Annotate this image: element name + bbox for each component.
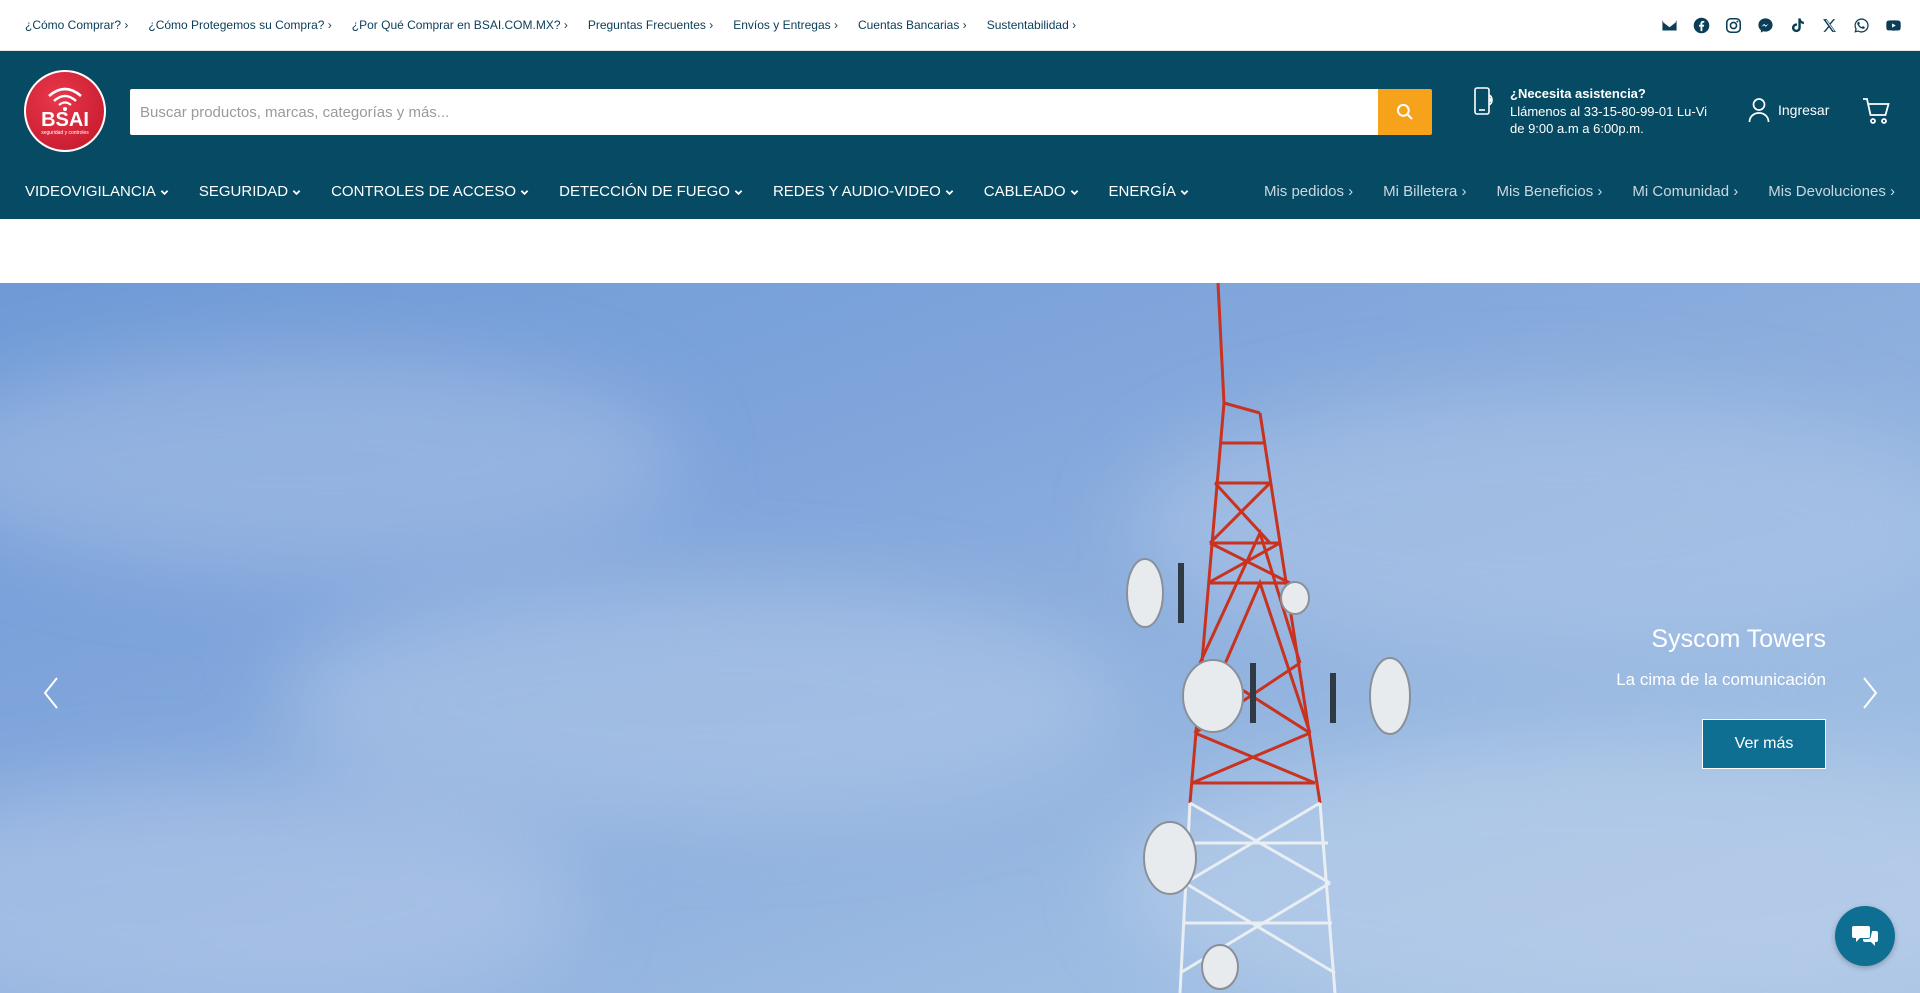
subnav-mi-billetera[interactable]: Mi Billetera ›: [1383, 183, 1466, 200]
top-link-envios[interactable]: Envíos y Entregas ›: [733, 18, 838, 32]
main-nav: VIDEOVIGILANCIA SEGURIDAD CONTROLES DE A…: [25, 176, 1189, 206]
chevron-down-icon: [520, 189, 529, 195]
nav-item-deteccion-fuego[interactable]: DETECCIÓN DE FUEGO: [559, 183, 743, 200]
chevron-down-icon: [1070, 189, 1078, 195]
login-label: Ingresar: [1778, 102, 1830, 118]
svg-text:seguridad y controles: seguridad y controles: [41, 130, 89, 136]
instagram-icon[interactable]: [1724, 16, 1742, 34]
login-link[interactable]: Ingresar: [1748, 97, 1829, 123]
search-icon: [1396, 103, 1413, 120]
search-bar: [130, 89, 1432, 135]
subnav-mis-beneficios[interactable]: Mis Beneficios ›: [1497, 183, 1603, 200]
nav-item-redes-audio-video[interactable]: REDES Y AUDIO-VIDEO: [773, 183, 954, 200]
brand-logo[interactable]: BSAI seguridad y controles: [24, 70, 106, 152]
assistance-title: ¿Necesita asistencia?: [1510, 86, 1646, 101]
nav-item-cableado[interactable]: CABLEADO: [984, 183, 1079, 200]
cart-button[interactable]: [1862, 97, 1892, 130]
chevron-right-icon: [1863, 677, 1878, 709]
top-link-por-que-comprar[interactable]: ¿Por Qué Comprar en BSAI.COM.MX? ›: [352, 18, 568, 32]
top-link-cuentas-bancarias[interactable]: Cuentas Bancarias ›: [858, 18, 967, 32]
chevron-down-icon: [945, 189, 954, 195]
slide-cta-button[interactable]: Ver más: [1702, 719, 1826, 769]
slider-prev-button[interactable]: [37, 673, 67, 713]
assistance-text[interactable]: Llámenos al 33-15-80-99-01 Lu-Vi de 9:00…: [1510, 103, 1720, 137]
slide-subtitle: La cima de la comunicación: [1616, 670, 1826, 689]
whatsapp-icon[interactable]: [1852, 16, 1870, 34]
user-icon: [1748, 98, 1770, 123]
chevron-down-icon: [292, 189, 301, 195]
cart-icon: [1863, 98, 1890, 124]
svg-text:BSAI: BSAI: [41, 109, 89, 131]
messenger-icon[interactable]: [1756, 16, 1774, 34]
phone-icon: [1470, 85, 1498, 124]
x-icon[interactable]: [1820, 16, 1838, 34]
assistance-block: ¿Necesita asistencia? Llámenos al 33-15-…: [1470, 85, 1720, 137]
email-icon[interactable]: [1660, 16, 1678, 34]
chevron-down-icon: [734, 189, 743, 195]
facebook-icon[interactable]: [1692, 16, 1710, 34]
main-header: BSAI seguridad y controles ¿Necesita asi…: [0, 51, 1920, 219]
top-link-como-comprar[interactable]: ¿Cómo Comprar? ›: [25, 18, 128, 32]
social-links: [1660, 0, 1902, 50]
search-input[interactable]: [130, 89, 1378, 135]
nav-item-energia[interactable]: ENERGÍA: [1109, 183, 1190, 200]
nav-item-videovigilancia[interactable]: VIDEOVIGILANCIA: [25, 183, 169, 200]
slide-caption: Syscom Towers La cima de la comunicación: [1616, 623, 1826, 691]
nav-item-seguridad[interactable]: SEGURIDAD: [199, 183, 301, 200]
top-link-preguntas-frecuentes[interactable]: Preguntas Frecuentes ›: [588, 18, 713, 32]
subnav-mi-comunidad[interactable]: Mi Comunidad ›: [1632, 183, 1738, 200]
subnav-mis-pedidos[interactable]: Mis pedidos ›: [1264, 183, 1353, 200]
search-button[interactable]: [1378, 89, 1432, 135]
slide-title: Syscom Towers: [1651, 625, 1826, 653]
subnav-mis-devoluciones[interactable]: Mis Devoluciones ›: [1768, 183, 1895, 200]
hero-slider: Syscom Towers La cima de la comunicación…: [0, 283, 1920, 993]
chat-button[interactable]: [1835, 906, 1895, 966]
top-link-sustentabilidad[interactable]: Sustentabilidad ›: [987, 18, 1076, 32]
youtube-icon[interactable]: [1884, 16, 1902, 34]
slider-next-button[interactable]: [1854, 673, 1884, 713]
chevron-down-icon: [1180, 189, 1189, 195]
telecom-tower-image: [1126, 283, 1411, 993]
chevron-down-icon: [160, 189, 169, 195]
tiktok-icon[interactable]: [1788, 16, 1806, 34]
chat-bubbles-icon: [1852, 926, 1878, 946]
top-utility-bar: ¿Cómo Comprar? › ¿Cómo Protegemos su Com…: [0, 0, 1920, 51]
chevron-left-icon: [43, 677, 58, 709]
nav-item-controles-acceso[interactable]: CONTROLES DE ACCESO: [331, 183, 529, 200]
account-nav: Mis pedidos › Mi Billetera › Mis Benefic…: [1264, 176, 1895, 206]
top-links: ¿Cómo Comprar? › ¿Cómo Protegemos su Com…: [25, 0, 1076, 50]
top-link-como-protegemos[interactable]: ¿Cómo Protegemos su Compra? ›: [148, 18, 331, 32]
